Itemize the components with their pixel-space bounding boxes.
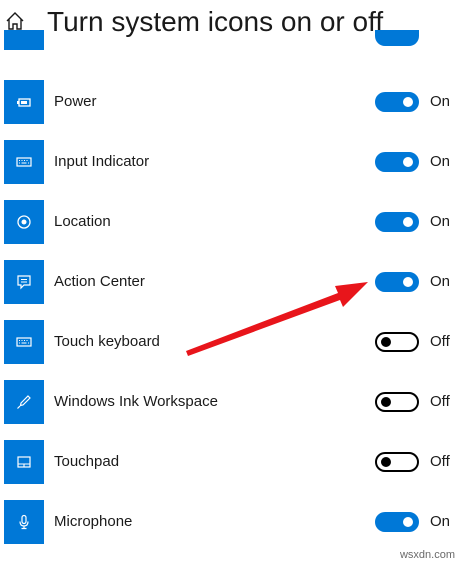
microphone-toggle[interactable] xyxy=(375,512,419,532)
action-center-toggle[interactable] xyxy=(375,272,419,292)
setting-row-location: Location On xyxy=(0,200,463,244)
power-toggle[interactable] xyxy=(375,92,419,112)
setting-label: Windows Ink Workspace xyxy=(54,393,218,410)
input-indicator-toggle[interactable] xyxy=(375,152,419,172)
icon-tile xyxy=(4,260,44,304)
keyboard-icon xyxy=(16,337,32,347)
toggle-state: Off xyxy=(430,453,450,470)
setting-label: Location xyxy=(54,213,111,230)
icon-tile xyxy=(4,500,44,544)
icon-tile xyxy=(4,80,44,124)
setting-label: Touchpad xyxy=(54,453,120,470)
toggle-state: On xyxy=(430,93,451,110)
touchpad-icon xyxy=(17,456,31,468)
toggle-state: On xyxy=(430,213,451,230)
page-title: Turn system icons on or off xyxy=(47,6,384,37)
icon-tile xyxy=(4,380,44,424)
toggle-state: On xyxy=(430,153,451,170)
setting-label: Action Center xyxy=(54,273,145,290)
watermark: wsxdn.com xyxy=(399,549,455,561)
icon-tile xyxy=(4,320,44,364)
partial-row-toggle[interactable] xyxy=(375,30,419,46)
location-toggle[interactable] xyxy=(375,212,419,232)
toggle-state: On xyxy=(430,273,451,290)
setting-row-action-center: Action Center On xyxy=(0,260,463,304)
pen-icon xyxy=(17,395,31,409)
setting-row-microphone: Microphone On xyxy=(0,500,463,544)
setting-row-power: Power On xyxy=(0,80,463,124)
action-center-icon xyxy=(17,275,31,290)
location-icon xyxy=(17,215,31,229)
toggle-state: Off xyxy=(430,333,450,350)
microphone-icon xyxy=(19,514,29,530)
setting-label: Microphone xyxy=(54,513,133,530)
setting-row-touch-keyboard: Touch keyboard Off xyxy=(0,320,463,364)
touch-keyboard-toggle[interactable] xyxy=(375,332,419,352)
toggle-state: Off xyxy=(430,393,450,410)
partial-row-icon-tile xyxy=(4,30,44,50)
setting-label: Input Indicator xyxy=(54,153,150,170)
setting-row-input-indicator: Input Indicator On xyxy=(0,140,463,184)
icon-tile xyxy=(4,140,44,184)
icon-tile xyxy=(4,200,44,244)
touchpad-toggle[interactable] xyxy=(375,452,419,472)
toggle-state: On xyxy=(430,513,451,530)
home-icon[interactable] xyxy=(4,10,26,32)
battery-icon xyxy=(17,98,31,107)
windows-ink-workspace-toggle[interactable] xyxy=(375,392,419,412)
setting-label: Touch keyboard xyxy=(54,333,160,350)
setting-row-windows-ink-workspace: Windows Ink Workspace Off xyxy=(0,380,463,424)
setting-label: Power xyxy=(54,93,97,110)
icon-tile xyxy=(4,440,44,484)
setting-row-touchpad: Touchpad Off xyxy=(0,440,463,484)
keyboard-icon xyxy=(16,157,32,167)
